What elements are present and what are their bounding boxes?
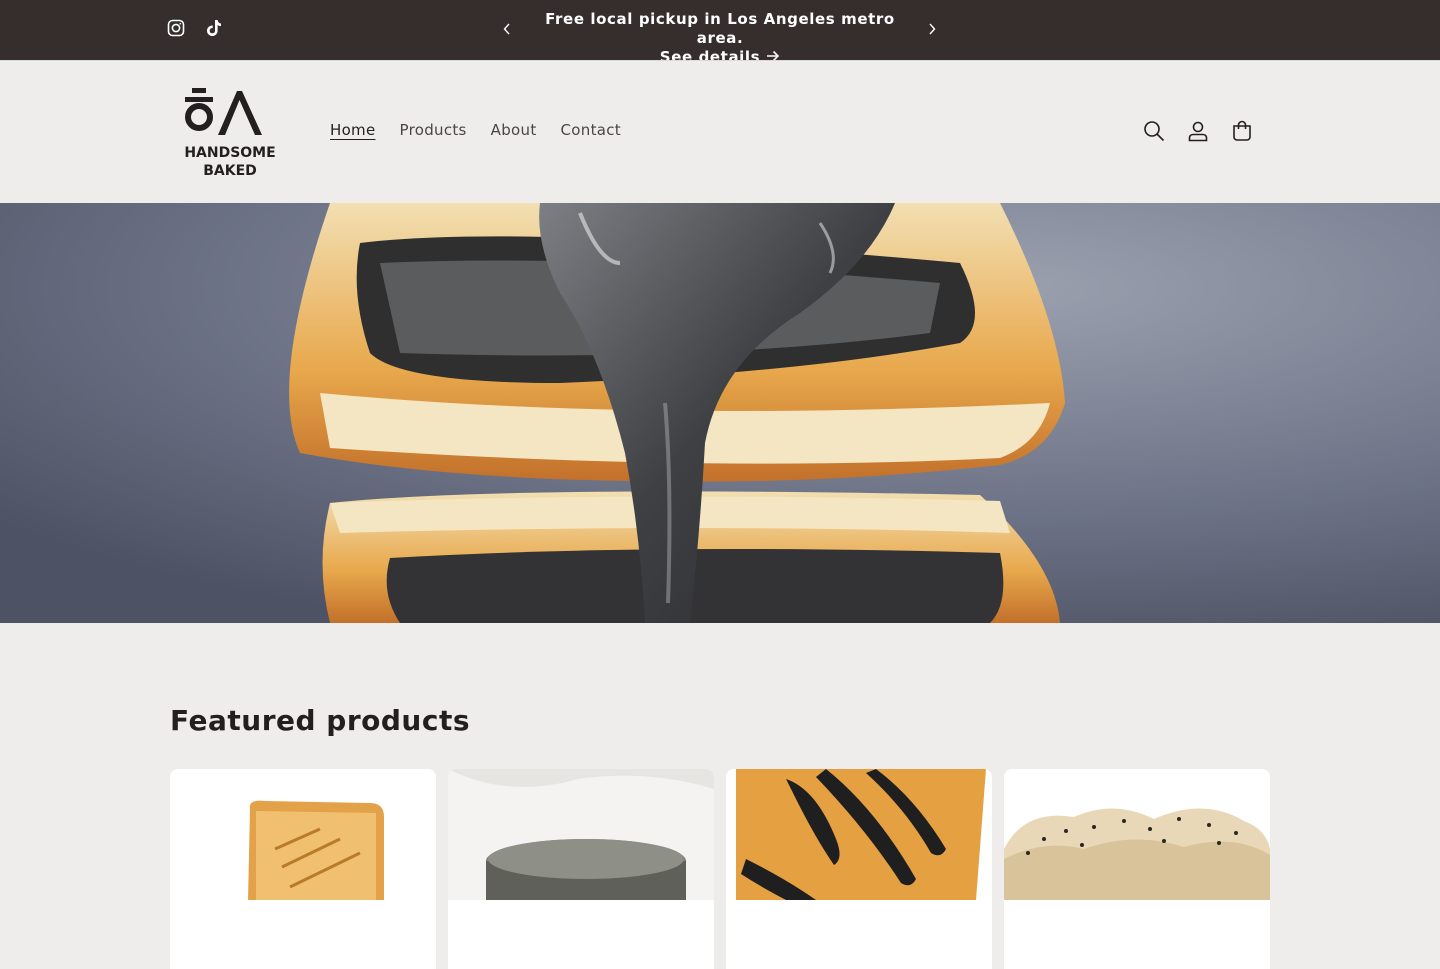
tiktok-icon[interactable]	[204, 18, 224, 38]
logo-line1: HANDSOME	[184, 145, 275, 161]
product-image	[170, 769, 436, 900]
product-card[interactable]	[726, 769, 992, 969]
product-card[interactable]	[1004, 769, 1270, 969]
product-image	[1004, 769, 1270, 900]
chevron-right-icon[interactable]	[922, 19, 942, 39]
featured-products-heading: Featured products	[170, 704, 470, 737]
product-card[interactable]	[448, 769, 714, 969]
nav-products[interactable]: Products	[388, 121, 479, 139]
header-actions	[1142, 119, 1254, 143]
nav-about[interactable]: About	[479, 121, 549, 139]
announcement-line: Free local pickup in Los Angeles metro a…	[545, 10, 895, 47]
social-links	[166, 18, 224, 38]
logo-line2: BAKED	[203, 163, 257, 179]
nav-contact[interactable]: Contact	[549, 121, 633, 139]
hero-banner-image	[0, 203, 1440, 623]
product-image	[448, 769, 714, 900]
brand-logo[interactable]: HANDSOME BAKED	[180, 85, 280, 181]
site-header: HANDSOME BAKED Home Products About Conta…	[0, 60, 1440, 203]
product-image	[726, 769, 992, 900]
account-icon[interactable]	[1186, 119, 1210, 143]
product-card[interactable]	[170, 769, 436, 969]
search-icon[interactable]	[1142, 119, 1166, 143]
main-nav: Home Products About Contact	[318, 121, 633, 139]
instagram-icon[interactable]	[166, 18, 186, 38]
announcement-bar: Free local pickup in Los Angeles metro a…	[0, 0, 1440, 66]
announcement-message: Free local pickup in Los Angeles metro a…	[520, 10, 920, 67]
nav-home[interactable]: Home	[318, 121, 388, 139]
chevron-left-icon[interactable]	[497, 19, 517, 39]
product-grid	[170, 769, 1270, 969]
cart-icon[interactable]	[1230, 119, 1254, 143]
